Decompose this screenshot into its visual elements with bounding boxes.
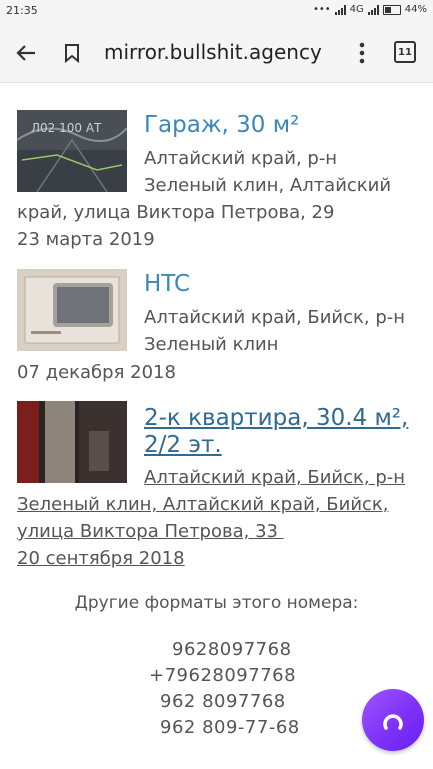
- bookmark-button[interactable]: [60, 40, 84, 66]
- listing-title[interactable]: Гараж, 30 м²: [144, 112, 299, 139]
- listing-address-line: край, улица Виктора Петрова, 29: [17, 202, 335, 223]
- phone-format: 962 809-77-68: [160, 717, 300, 738]
- phone-format: 9628097768: [172, 639, 292, 660]
- listing-date: 23 марта 2019: [17, 229, 155, 250]
- phone-box-photo: [17, 269, 127, 351]
- listing-address-line: Зеленый клин: [144, 334, 279, 355]
- status-time: 21:35: [6, 4, 38, 17]
- phone-format: +79628097768: [149, 665, 297, 686]
- listing-address-line: Зеленый клин, Алтайский: [144, 175, 392, 196]
- url-bar[interactable]: mirror.bullshit.agency: [104, 40, 322, 64]
- listing-address-line: Алтайский край, Бийск, р-н: [144, 307, 406, 328]
- listing-thumbnail[interactable]: Л02 100 АТ: [17, 110, 127, 192]
- more-vertical-icon: [359, 42, 365, 64]
- battery-percent: 44%: [404, 4, 427, 15]
- battery-icon: [382, 4, 401, 15]
- signal-icon: [334, 4, 346, 15]
- more-dots-icon: •••: [312, 4, 331, 15]
- garage-photo: Л02 100 АТ: [17, 110, 127, 192]
- svg-text:Л02 100 АТ: Л02 100 АТ: [31, 121, 102, 135]
- apartment-photo: [17, 401, 127, 483]
- bookmark-icon: [65, 44, 79, 63]
- status-icons: ••• 4G 44%: [313, 4, 427, 15]
- listing-date[interactable]: 20 сентября 2018: [17, 546, 185, 572]
- listing-address-line[interactable]: Зеленый клин, Алтайский край, Бийск,: [17, 492, 389, 518]
- listing-thumbnail[interactable]: [17, 401, 127, 483]
- assistant-icon: [383, 714, 403, 730]
- listing-address-line[interactable]: Алтайский край, Бийск, р-н: [144, 465, 405, 491]
- network-label: 4G: [349, 4, 364, 15]
- listing-thumbnail[interactable]: [17, 269, 127, 351]
- listing-address-line: Алтайский край, р-н: [144, 148, 338, 169]
- formats-heading: Другие форматы этого номера:: [74, 593, 359, 613]
- listing-title[interactable]: 2-к квартира, 30.4 м²,: [144, 405, 408, 432]
- browser-toolbar: mirror.bullshit.agency 11: [0, 24, 433, 83]
- signal-strength-icon: [367, 4, 379, 15]
- menu-button[interactable]: [352, 38, 372, 68]
- listing-title-continued[interactable]: 2/2 эт.: [144, 432, 222, 459]
- arrow-left-icon: [16, 45, 35, 61]
- status-bar: 21:35 ••• 4G 44%: [0, 0, 433, 24]
- tabs-button[interactable]: 11: [394, 41, 416, 63]
- listing-address-line[interactable]: улица Виктора Петрова, 33: [17, 519, 284, 545]
- voice-assistant-button[interactable]: [362, 689, 424, 751]
- phone-format: 962 8097768: [160, 691, 286, 712]
- listing-date: 07 декабря 2018: [17, 362, 176, 383]
- back-button[interactable]: [12, 39, 40, 67]
- listing-title[interactable]: HTC: [144, 271, 190, 298]
